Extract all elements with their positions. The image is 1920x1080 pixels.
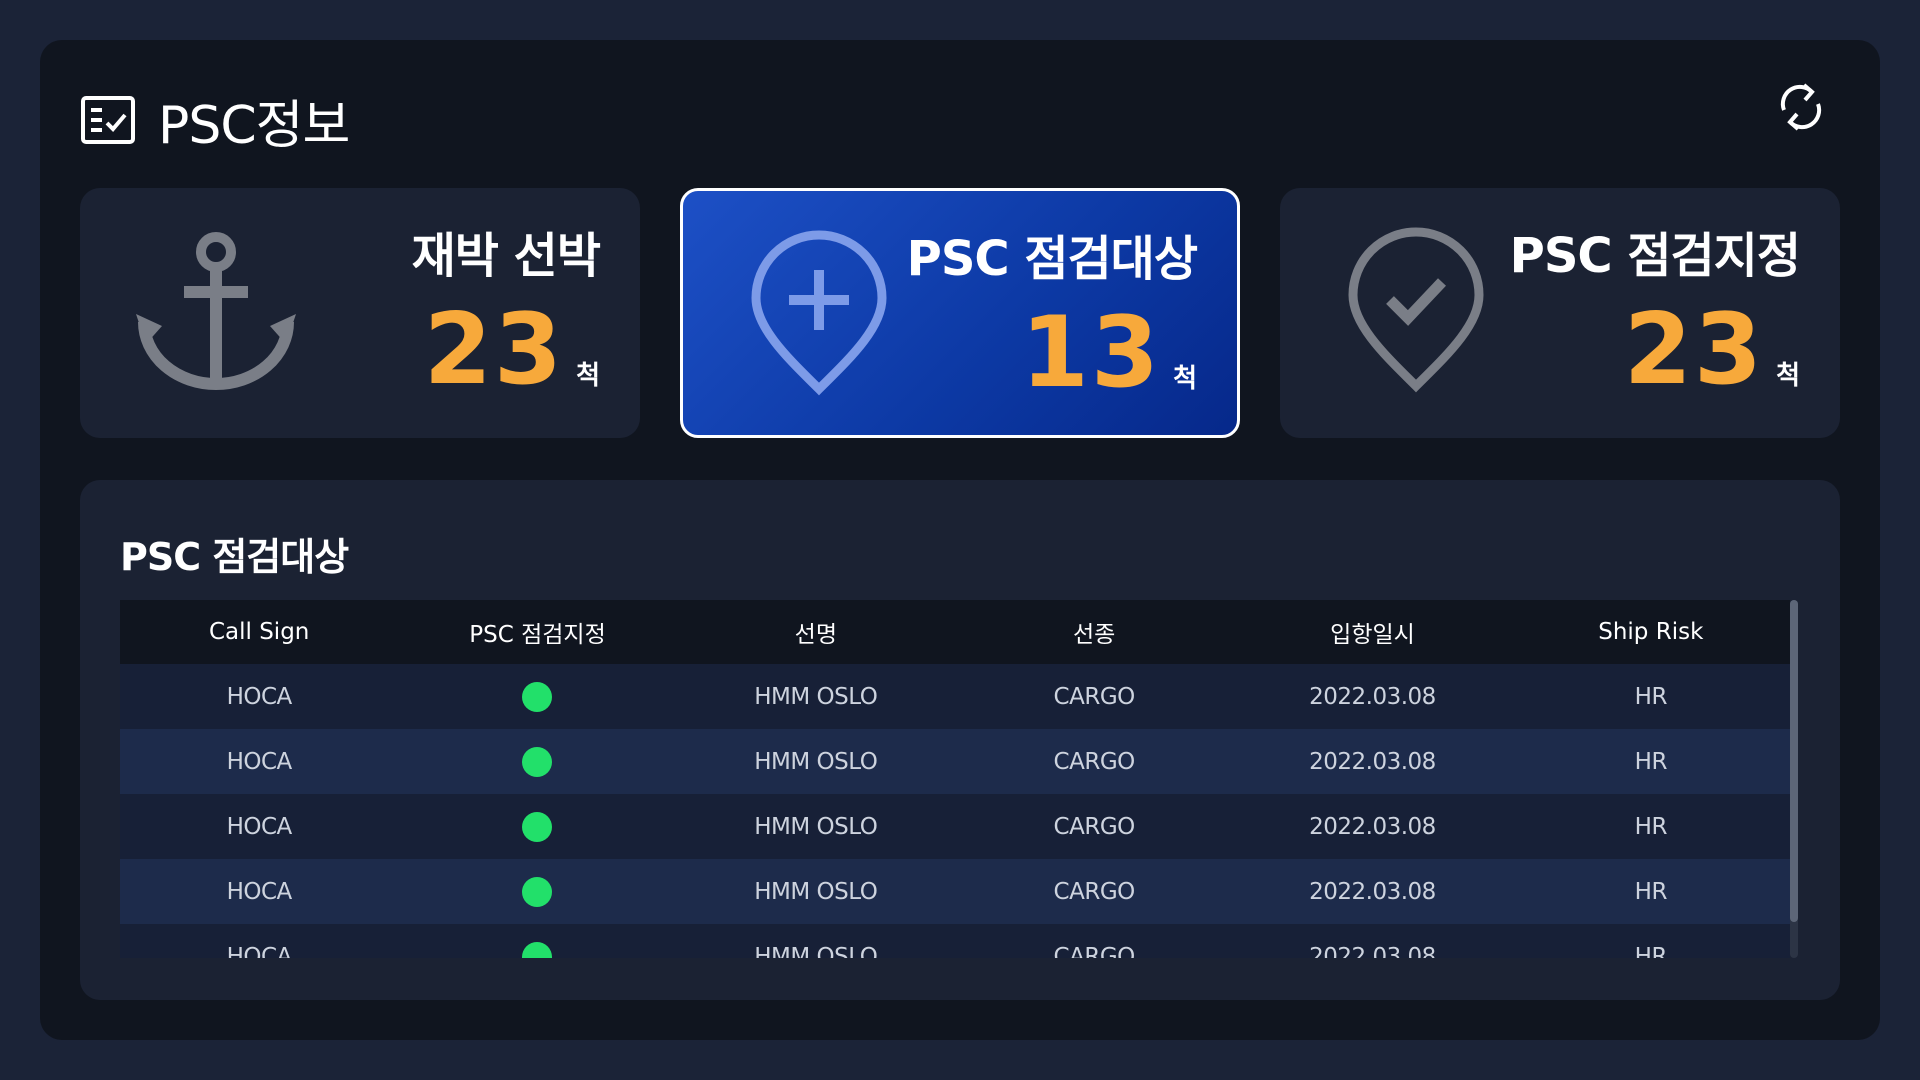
column-header-psc-designated[interactable]: PSC 점검지정 — [398, 600, 677, 664]
cell-ship-name: HMM OSLO — [676, 664, 955, 729]
cell-arrival: 2022.03.08 — [1233, 859, 1512, 924]
cell-ship-type: CARGO — [954, 664, 1234, 729]
scrollbar-thumb[interactable] — [1790, 600, 1798, 922]
card-title: PSC 점검지정 — [1509, 228, 1801, 284]
cell-psc-status — [398, 664, 677, 729]
card-anchored-ships[interactable]: 재박 선박 23 척 — [80, 188, 640, 438]
status-dot-green — [522, 746, 553, 777]
cell-psc-status — [398, 924, 677, 958]
cell-ship-type: CARGO — [954, 859, 1234, 924]
cell-ship-name: HMM OSLO — [676, 924, 955, 958]
page-title: PSC정보 — [158, 95, 350, 156]
cell-ship-risk: HR — [1511, 924, 1790, 958]
card-title: PSC 점검대상 — [906, 231, 1198, 287]
refresh-icon — [1778, 80, 1824, 138]
cell-psc-status — [398, 729, 677, 794]
cell-ship-type: CARGO — [954, 794, 1234, 859]
table-row[interactable]: HOCA HMM OSLO CARGO 2022.03.08 HR — [120, 729, 1790, 794]
summary-cards: 재박 선박 23 척 PSC 점검대상 13 척 PSC 점검지정 23 척 — [80, 188, 1840, 438]
cell-call-sign: HOCA — [120, 729, 399, 794]
table-scroll-area[interactable]: Call Sign PSC 점검지정 선명 선종 입항일시 Ship Risk … — [120, 600, 1790, 958]
table-header-row: Call Sign PSC 점검지정 선명 선종 입항일시 Ship Risk — [120, 600, 1790, 664]
cell-ship-risk: HR — [1511, 729, 1790, 794]
cell-ship-risk: HR — [1511, 859, 1790, 924]
column-header-ship-name[interactable]: 선명 — [676, 600, 955, 664]
card-value-row: 23 척 — [1624, 300, 1800, 400]
card-psc-inspection-designated[interactable]: PSC 점검지정 23 척 — [1280, 188, 1840, 438]
cell-arrival: 2022.03.08 — [1233, 794, 1512, 859]
panel-header: PSC정보 — [80, 88, 350, 156]
location-plus-icon — [739, 225, 899, 405]
card-psc-inspection-target[interactable]: PSC 점검대상 13 척 — [680, 188, 1240, 438]
cell-psc-status — [398, 794, 677, 859]
card-value: 23 — [423, 293, 565, 407]
table-scrollbar[interactable] — [1790, 600, 1798, 958]
card-value: 23 — [1623, 293, 1765, 407]
column-header-arrival[interactable]: 입항일시 — [1233, 600, 1512, 664]
table-row[interactable]: HOCA HMM OSLO CARGO 2022.03.08 HR — [120, 794, 1790, 859]
cell-arrival: 2022.03.08 — [1233, 729, 1512, 794]
status-dot-green — [522, 876, 553, 907]
status-dot-green — [522, 811, 553, 842]
psc-info-panel: PSC정보 재박 선박 23 척 PSC 점검대상 13 척 PSC 점검지정 … — [40, 40, 1880, 1040]
card-unit: 척 — [1776, 361, 1800, 391]
cell-arrival: 2022.03.08 — [1233, 664, 1512, 729]
cell-ship-name: HMM OSLO — [676, 859, 955, 924]
cell-call-sign: HOCA — [120, 859, 399, 924]
refresh-button[interactable] — [1770, 78, 1832, 140]
status-dot-green — [522, 681, 553, 712]
cell-call-sign: HOCA — [120, 794, 399, 859]
checklist-icon — [80, 95, 136, 145]
cell-arrival: 2022.03.08 — [1233, 924, 1512, 958]
column-header-call-sign[interactable]: Call Sign — [120, 600, 399, 664]
location-check-icon — [1336, 222, 1496, 402]
cell-call-sign: HOCA — [120, 924, 399, 958]
card-unit: 척 — [1173, 364, 1197, 394]
cell-ship-risk: HR — [1511, 664, 1790, 729]
psc-target-table-panel: PSC 점검대상 Call Sign PSC 점검지정 선명 선종 입항일시 S… — [80, 480, 1840, 1000]
table-row[interactable]: HOCA HMM OSLO CARGO 2022.03.08 HR — [120, 664, 1790, 729]
column-header-ship-risk[interactable]: Ship Risk — [1511, 600, 1790, 664]
column-header-ship-type[interactable]: 선종 — [954, 600, 1234, 664]
cell-ship-name: HMM OSLO — [676, 729, 955, 794]
cell-ship-risk: HR — [1511, 794, 1790, 859]
cell-ship-type: CARGO — [954, 729, 1234, 794]
card-title: 재박 선박 — [411, 228, 601, 284]
table-title: PSC 점검대상 — [120, 535, 349, 579]
cell-psc-status — [398, 859, 677, 924]
table-row[interactable]: HOCA HMM OSLO CARGO 2022.03.08 HR — [120, 924, 1790, 958]
card-value: 13 — [1020, 296, 1162, 410]
status-dot-green — [522, 941, 553, 958]
card-unit: 척 — [576, 361, 600, 391]
psc-target-table: Call Sign PSC 점검지정 선명 선종 입항일시 Ship Risk … — [120, 600, 1790, 958]
cell-call-sign: HOCA — [120, 664, 399, 729]
card-value-row: 23 척 — [424, 300, 600, 400]
cell-ship-name: HMM OSLO — [676, 794, 955, 859]
card-value-row: 13 척 — [1021, 303, 1197, 403]
anchor-icon — [136, 222, 296, 402]
table-row[interactable]: HOCA HMM OSLO CARGO 2022.03.08 HR — [120, 859, 1790, 924]
cell-ship-type: CARGO — [954, 924, 1234, 958]
